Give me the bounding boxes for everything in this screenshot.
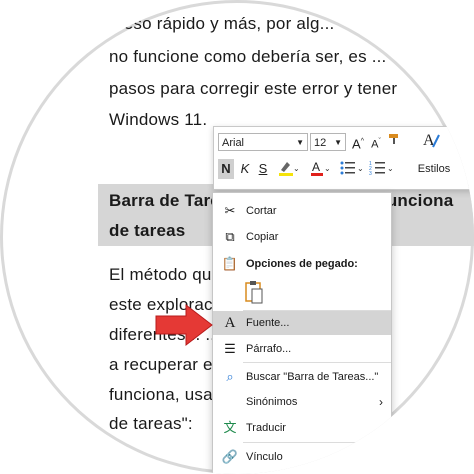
menu-item-label: Cortar	[246, 205, 277, 217]
font-icon: A	[224, 315, 236, 331]
underline-button[interactable]: S	[256, 159, 270, 179]
menu-item-link[interactable]: 🔗 Vínculo	[213, 445, 391, 469]
chevron-down-icon: ▼	[334, 138, 342, 147]
menu-item-label: Copiar	[246, 231, 279, 243]
menu-divider	[243, 442, 391, 443]
svg-text:⌄: ⌄	[293, 164, 299, 173]
svg-text:⌄: ⌄	[387, 164, 393, 173]
font-size-select[interactable]: 12 ▼	[310, 133, 346, 151]
menu-item-label: Traducir	[246, 422, 286, 434]
font-size-value: 12	[314, 137, 327, 149]
font-name-value: Arial	[222, 137, 245, 149]
bold-button[interactable]: N	[218, 159, 234, 179]
styles-icon[interactable]: A	[418, 129, 444, 149]
menu-item-translate[interactable]: 文 Traducir	[213, 416, 391, 440]
menu-item-cut[interactable]: ✂ Cortar	[213, 199, 391, 223]
clipboard-icon: 📋	[221, 256, 239, 271]
menu-item-label: Fuente...	[246, 317, 290, 329]
paste-keep-text-button[interactable]	[243, 279, 273, 307]
styles-label[interactable]: Estilos	[414, 159, 454, 179]
link-icon: 🔗	[221, 449, 239, 464]
doc-line-2: no funcione como debería ser, es ...	[109, 47, 387, 66]
red-arrow-icon	[155, 303, 213, 347]
bullets-icon[interactable]: ⌄	[338, 159, 364, 179]
svg-text:⌄: ⌄	[357, 164, 363, 173]
svg-text:3: 3	[369, 171, 372, 177]
svg-text:A: A	[312, 160, 320, 174]
font-color-icon[interactable]: A ⌄	[308, 159, 332, 179]
paragraph-icon: ☰	[224, 341, 236, 356]
menu-item-search[interactable]: ⌕ Buscar "Barra de Tareas..."	[213, 365, 391, 389]
doc-line-4: Windows 11.	[109, 110, 208, 129]
search-icon: ⌕	[226, 369, 234, 384]
body-line-6: de tareas":	[109, 414, 193, 433]
font-name-select[interactable]: Arial ▼	[218, 133, 308, 151]
mini-toolbar: Arial ▼ 12 ▼ A^ Aˇ A N K S ⌄ A ⌄ ⌄ 1 2 3 ⌄ E…	[213, 126, 474, 190]
menu-item-paragraph[interactable]: ☰ Párrafo...	[213, 337, 391, 361]
doc-line-1: ...eso rápido y más, por alg...	[109, 14, 335, 33]
menu-divider	[243, 362, 391, 363]
context-menu: ✂ Cortar ⧉ Copiar 📋 Opciones de pegado: …	[212, 192, 392, 474]
menu-item-synonyms[interactable]: Sinónimos ›	[213, 390, 391, 414]
translate-icon: 文	[223, 420, 237, 435]
format-painter-icon[interactable]	[386, 132, 402, 152]
menu-item-font[interactable]: A Fuente...	[213, 311, 391, 335]
scissors-icon: ✂	[224, 203, 236, 218]
grow-font-button[interactable]: A^	[350, 132, 366, 152]
menu-item-label: Párrafo...	[246, 343, 292, 355]
chevron-down-icon: ▼	[296, 138, 304, 147]
menu-item-copy[interactable]: ⧉ Copiar	[213, 225, 391, 249]
heading-line-2: de tareas	[109, 221, 186, 240]
highlight-icon[interactable]: ⌄	[276, 159, 300, 179]
chevron-right-icon: ›	[379, 395, 383, 409]
menu-item-label: Sinónimos	[246, 396, 298, 408]
shrink-font-button[interactable]: Aˇ	[368, 132, 384, 152]
doc-line-3: pasos para corregir este error y tener	[109, 79, 398, 98]
svg-text:⌄: ⌄	[324, 164, 331, 173]
menu-item-label: Opciones de pegado:	[246, 258, 358, 270]
menu-item-label: Vínculo	[246, 451, 283, 463]
numbering-icon[interactable]: 1 2 3 ⌄	[368, 159, 394, 179]
menu-item-label: Buscar "Barra de Tareas..."	[246, 371, 379, 383]
italic-button[interactable]: K	[238, 159, 252, 179]
menu-item-paste-options: 📋 Opciones de pegado:	[213, 252, 391, 276]
zoom-circle: ...eso rápido y más, por alg... no funci…	[0, 0, 474, 474]
copy-icon: ⧉	[225, 229, 235, 244]
